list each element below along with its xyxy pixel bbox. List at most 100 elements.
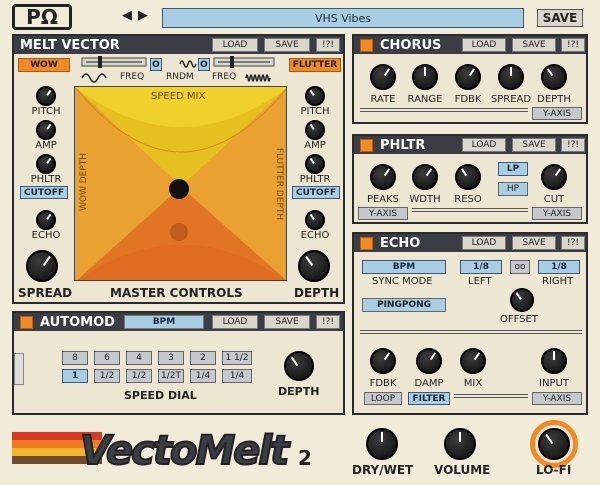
phltr-panel: PHLTR LOAD SAVE !?! PEAKS WDTH RESO LP H… bbox=[352, 134, 588, 224]
wow-pitch-knob[interactable] bbox=[36, 86, 56, 106]
speed-1-2-button[interactable]: 1/2 bbox=[126, 369, 152, 383]
chorus-yaxis-button[interactable]: Y-AXIS bbox=[532, 107, 582, 120]
speed-1-button[interactable]: 1 bbox=[62, 369, 88, 383]
lofi-knob[interactable] bbox=[538, 428, 570, 460]
phltr-reso-knob[interactable] bbox=[455, 164, 481, 190]
automod-panel: AUTOMOD BPM LOAD SAVE !?! 8 6 4 3 2 1 1/… bbox=[12, 311, 345, 415]
chorus-load-button[interactable]: LOAD bbox=[462, 38, 506, 52]
preset-name[interactable]: VHS Vibes bbox=[162, 8, 524, 28]
echo-pingpong-button[interactable]: PINGPONG bbox=[362, 298, 446, 312]
echo-loop-button[interactable]: LOOP bbox=[364, 392, 402, 405]
automod-load-button[interactable]: LOAD bbox=[212, 315, 258, 329]
logo: PΩ bbox=[12, 4, 72, 30]
phltr-cut-knob[interactable] bbox=[541, 164, 567, 190]
chorus-rate-label: RATE bbox=[370, 94, 396, 105]
dry-wet-knob[interactable] bbox=[366, 428, 398, 460]
depth-knob[interactable] bbox=[298, 250, 330, 282]
melt-save-button[interactable]: SAVE bbox=[264, 38, 310, 52]
wow-button[interactable]: WOW bbox=[18, 58, 70, 72]
rndm-label: RNDM bbox=[166, 72, 194, 82]
phltr-load-button[interactable]: LOAD bbox=[462, 138, 506, 152]
chorus-enable-toggle[interactable] bbox=[360, 38, 373, 52]
echo-damp-label: DAMP bbox=[414, 378, 444, 389]
wow-amp-label: AMP bbox=[35, 140, 57, 151]
chorus-rate-knob[interactable] bbox=[370, 64, 396, 90]
echo-sync-mode-select[interactable]: BPM bbox=[362, 260, 446, 274]
chorus-spread-knob[interactable] bbox=[498, 64, 524, 90]
chorus-save-button[interactable]: SAVE bbox=[512, 38, 556, 52]
chorus-help-button[interactable]: !?! bbox=[561, 38, 585, 52]
flutter-cutoff-button[interactable]: CUTOFF bbox=[292, 186, 340, 199]
phltr-width-knob[interactable] bbox=[412, 164, 438, 190]
speed-2-button[interactable]: 2 bbox=[190, 351, 216, 365]
xy-pad-handle[interactable] bbox=[169, 179, 189, 199]
wow-phltr-knob[interactable] bbox=[36, 154, 56, 174]
wow-echo-knob[interactable] bbox=[36, 210, 56, 230]
flutter-phltr-knob[interactable] bbox=[305, 154, 325, 174]
speed-3-button[interactable]: 3 bbox=[158, 351, 184, 365]
echo-yaxis-button[interactable]: Y-AXIS bbox=[532, 392, 582, 405]
freq-left-link-toggle[interactable]: O bbox=[150, 58, 162, 71]
speed-8-button[interactable]: 8 bbox=[62, 351, 88, 365]
chorus-range-knob[interactable] bbox=[412, 64, 438, 90]
phltr-yaxis-right-button[interactable]: Y-AXIS bbox=[532, 207, 582, 220]
speed-4-button[interactable]: 4 bbox=[126, 351, 152, 365]
spread-knob[interactable] bbox=[26, 250, 58, 282]
echo-filter-button[interactable]: FILTER bbox=[408, 392, 450, 405]
phltr-yaxis-left-button[interactable]: Y-AXIS bbox=[358, 207, 408, 220]
echo-damp-knob[interactable] bbox=[416, 348, 442, 374]
echo-link-toggle[interactable]: oo bbox=[510, 260, 530, 274]
chorus-depth-knob[interactable] bbox=[541, 64, 567, 90]
phltr-header: PHLTR LOAD SAVE !?! bbox=[354, 136, 586, 154]
phltr-width-label: WDTH bbox=[409, 194, 441, 205]
volume-knob[interactable] bbox=[444, 428, 476, 460]
phltr-help-button[interactable]: !?! bbox=[561, 138, 585, 152]
automod-enable-toggle[interactable] bbox=[20, 315, 33, 329]
phltr-peaks-label: PEAKS bbox=[366, 194, 400, 205]
echo-save-button[interactable]: SAVE bbox=[512, 236, 556, 250]
automod-save-button[interactable]: SAVE bbox=[264, 315, 310, 329]
flutter-echo-knob[interactable] bbox=[305, 210, 325, 230]
melt-help-button[interactable]: !?! bbox=[316, 38, 340, 52]
automod-depth-knob[interactable] bbox=[284, 351, 314, 381]
echo-right-time-select[interactable]: 1/8 bbox=[538, 260, 580, 274]
chorus-fdbk-knob[interactable] bbox=[455, 64, 481, 90]
phltr-lp-button[interactable]: LP bbox=[498, 162, 528, 176]
echo-offset-label: OFFSET bbox=[500, 314, 538, 325]
automod-mode-select[interactable]: BPM bbox=[124, 315, 204, 329]
flutter-pitch-knob[interactable] bbox=[305, 86, 325, 106]
flutter-button[interactable]: FLUTTER bbox=[289, 58, 341, 72]
wow-wave-icon bbox=[81, 73, 107, 83]
phltr-reso-label: RESO bbox=[454, 194, 482, 205]
automod-help-button[interactable]: !?! bbox=[316, 315, 340, 329]
next-preset-button[interactable]: ▶ bbox=[138, 8, 148, 23]
freq-right-link-toggle[interactable]: O bbox=[198, 58, 210, 71]
phltr-save-button[interactable]: SAVE bbox=[512, 138, 556, 152]
speed-6-button[interactable]: 6 bbox=[94, 351, 120, 365]
echo-load-button[interactable]: LOAD bbox=[462, 236, 506, 250]
save-preset-button[interactable]: SAVE bbox=[537, 9, 583, 27]
echo-left-time-select[interactable]: 1/8 bbox=[460, 260, 502, 274]
phltr-enable-toggle[interactable] bbox=[360, 138, 373, 152]
echo-offset-knob[interactable] bbox=[510, 288, 534, 312]
prev-preset-button[interactable]: ◀ bbox=[122, 8, 132, 23]
echo-fdbk-knob[interactable] bbox=[370, 348, 396, 374]
speed-1-1-2-button[interactable]: 1 1/2 bbox=[222, 351, 252, 365]
melt-load-button[interactable]: LOAD bbox=[212, 38, 258, 52]
automod-side-tab[interactable] bbox=[14, 353, 24, 385]
chorus-panel: CHORUS LOAD SAVE !?! RATE RANGE FDBK SPR… bbox=[352, 34, 588, 124]
phltr-peaks-knob[interactable] bbox=[370, 164, 396, 190]
flutter-amp-knob[interactable] bbox=[305, 120, 325, 140]
speed-1-4-button[interactable]: 1/4 bbox=[222, 369, 252, 383]
echo-mix-knob[interactable] bbox=[460, 348, 486, 374]
melt-xy-pad[interactable]: SPEED MIX WOW DEPTH FLUTTER DEPTH bbox=[74, 86, 287, 281]
phltr-hp-button[interactable]: HP bbox=[498, 182, 528, 196]
echo-input-knob[interactable] bbox=[541, 348, 567, 374]
echo-enable-toggle[interactable] bbox=[360, 236, 373, 250]
speed-dot-1-4-button[interactable]: 1/4 bbox=[190, 369, 216, 383]
speed-dot-1-2-button[interactable]: 1/2 bbox=[94, 369, 120, 383]
wow-cutoff-button[interactable]: CUTOFF bbox=[20, 186, 68, 199]
echo-help-button[interactable]: !?! bbox=[561, 236, 585, 250]
speed-1-2t-button[interactable]: 1/2T bbox=[158, 369, 184, 383]
wow-amp-knob[interactable] bbox=[36, 120, 56, 140]
